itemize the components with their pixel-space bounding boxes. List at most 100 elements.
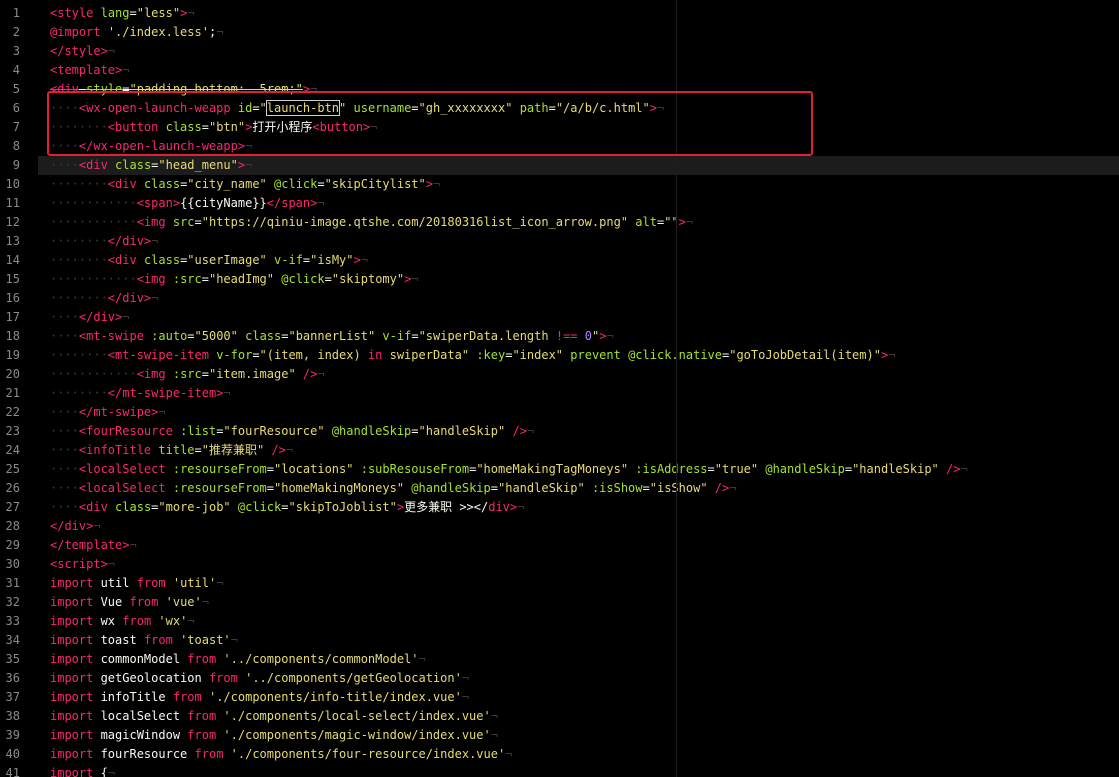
code-line[interactable]: ····</div>¬: [50, 308, 130, 327]
code-line[interactable]: ········<mt-swipe-item v-for="(item, ind…: [50, 346, 895, 365]
code-line[interactable]: ····</mt-swipe>¬: [50, 403, 166, 422]
code-line[interactable]: import toast from 'toast'¬: [50, 631, 238, 650]
code-line[interactable]: import localSelect from './components/lo…: [50, 707, 498, 726]
code-line[interactable]: <template>¬: [50, 61, 129, 80]
line-number: 9: [12, 158, 20, 172]
code-line[interactable]: ············<img :src="item.image" />¬: [50, 365, 325, 384]
code-token: >: [396, 500, 405, 514]
code-token: ····: [50, 443, 79, 457]
code-token: class: [245, 329, 282, 343]
code-token: !==: [555, 329, 578, 343]
code-token: =: [187, 329, 195, 343]
code-token: :list: [180, 424, 217, 438]
code-line[interactable]: ············<img :src="headImg" @click="…: [50, 270, 419, 289]
code-line[interactable]: ····<localSelect :resourseFrom="homeMaki…: [50, 479, 736, 498]
line-number: 25: [5, 462, 20, 476]
code-token: "head_menu": [158, 158, 238, 172]
code-line[interactable]: @import './index.less';¬: [50, 23, 223, 42]
line-number: 36: [5, 671, 20, 685]
code-line[interactable]: ····<div class="more-job" @click="skipTo…: [50, 498, 524, 517]
code-token: from: [208, 671, 238, 685]
code-token: v-if: [382, 329, 412, 343]
code-line[interactable]: import util from 'util'¬: [50, 574, 223, 593]
code-token: Vue: [93, 595, 130, 609]
line-number: 23: [5, 424, 20, 438]
code-token: :resourseFrom: [172, 462, 267, 476]
line-number: 24: [5, 443, 20, 457]
code-token: "handleSkip": [498, 481, 585, 495]
code-token: from: [136, 576, 166, 590]
code-line[interactable]: import {¬: [50, 764, 115, 777]
code-token: <infoTitle: [78, 443, 152, 457]
line-number: 12: [5, 215, 20, 229]
code-token: ¬: [526, 424, 535, 438]
code-token: </div>: [107, 291, 152, 305]
line-number: 29: [5, 538, 20, 552]
code-token: ¬: [107, 766, 116, 777]
code-token: "more-job": [158, 500, 231, 514]
code-token: "(item, index): [259, 348, 368, 362]
code-line[interactable]: ····<mt-swipe :auto="5000" class="banner…: [50, 327, 614, 346]
code-token: ¬: [606, 329, 614, 343]
code-line[interactable]: </template>¬: [50, 536, 137, 555]
code-token: <div: [78, 158, 108, 172]
line-number: 20: [5, 367, 20, 381]
code-token: ¬: [107, 557, 116, 571]
code-token: <img: [136, 272, 166, 286]
code-token: "locations": [274, 462, 354, 476]
code-token: import: [50, 747, 94, 761]
code-editor[interactable]: <style lang="less">¬ @import './index.les…: [0, 0, 1119, 777]
code-token: ¬: [888, 348, 896, 362]
code-line[interactable]: ····<fourResource :list = "fourResource" @…: [50, 422, 534, 441]
code-token: ¬: [285, 443, 294, 457]
code-line[interactable]: import infoTitle from './components/info…: [50, 688, 469, 707]
code-token: =: [201, 367, 209, 381]
code-line[interactable]: </style>¬: [50, 42, 115, 61]
code-line[interactable]: <style lang="less">¬: [50, 4, 195, 23]
code-line[interactable]: <script>¬: [50, 555, 115, 574]
code-token: "headImg": [208, 272, 275, 286]
code-line[interactable]: ········</div>¬: [50, 289, 158, 308]
code-token: "index": [512, 348, 564, 362]
code-line[interactable]: </div>¬: [50, 517, 101, 536]
code-token: ¬: [93, 519, 101, 533]
code-line[interactable]: import commonModel from '../components/c…: [50, 650, 426, 669]
line-number: 15: [5, 272, 20, 286]
code-line[interactable]: ············<span>{{cityName}}</span>¬: [50, 194, 325, 213]
code-token: from: [187, 652, 217, 666]
line-number: 10: [5, 177, 20, 191]
code-token: =: [317, 177, 325, 191]
code-token: =: [490, 481, 498, 495]
code-line[interactable]: import getGeolocation from '../component…: [50, 669, 469, 688]
code-line[interactable]: import magicWindow from './components/ma…: [50, 726, 498, 745]
code-line[interactable]: ········</mt-swipe-item>¬: [50, 384, 231, 403]
code-token: ¬: [729, 481, 737, 495]
code-line[interactable]: ········<div class="city_name" @click="s…: [50, 175, 440, 194]
code-token: ¬: [505, 747, 513, 761]
code-line[interactable]: ····<div class="head_menu">¬: [50, 156, 252, 175]
code-line[interactable]: ············<img src="https://qiniu-imag…: [50, 213, 693, 232]
code-line[interactable]: import wx from 'wx'¬: [50, 612, 195, 631]
code-line[interactable]: ····<localSelect :resourseFrom="location…: [50, 460, 968, 479]
code-token: ¬: [158, 405, 166, 419]
code-token: ¬: [960, 462, 968, 476]
code-line[interactable]: ········<div class="userImage" v-if="isM…: [50, 251, 368, 270]
code-token: ····: [50, 329, 79, 343]
code-token: ············: [50, 367, 137, 381]
code-token: :isAddress: [635, 462, 708, 476]
code-line[interactable]: ····<infoTitle title="推荐兼职" />¬: [50, 441, 293, 460]
code-line[interactable]: import fourResource from './components/f…: [50, 745, 512, 764]
code-line[interactable]: import Vue from 'vue'¬: [50, 593, 209, 612]
code-token: =: [252, 348, 260, 362]
code-line[interactable]: ········</div>¬: [50, 232, 158, 251]
code-token: =: [194, 215, 202, 229]
code-token: ¬: [317, 196, 325, 210]
